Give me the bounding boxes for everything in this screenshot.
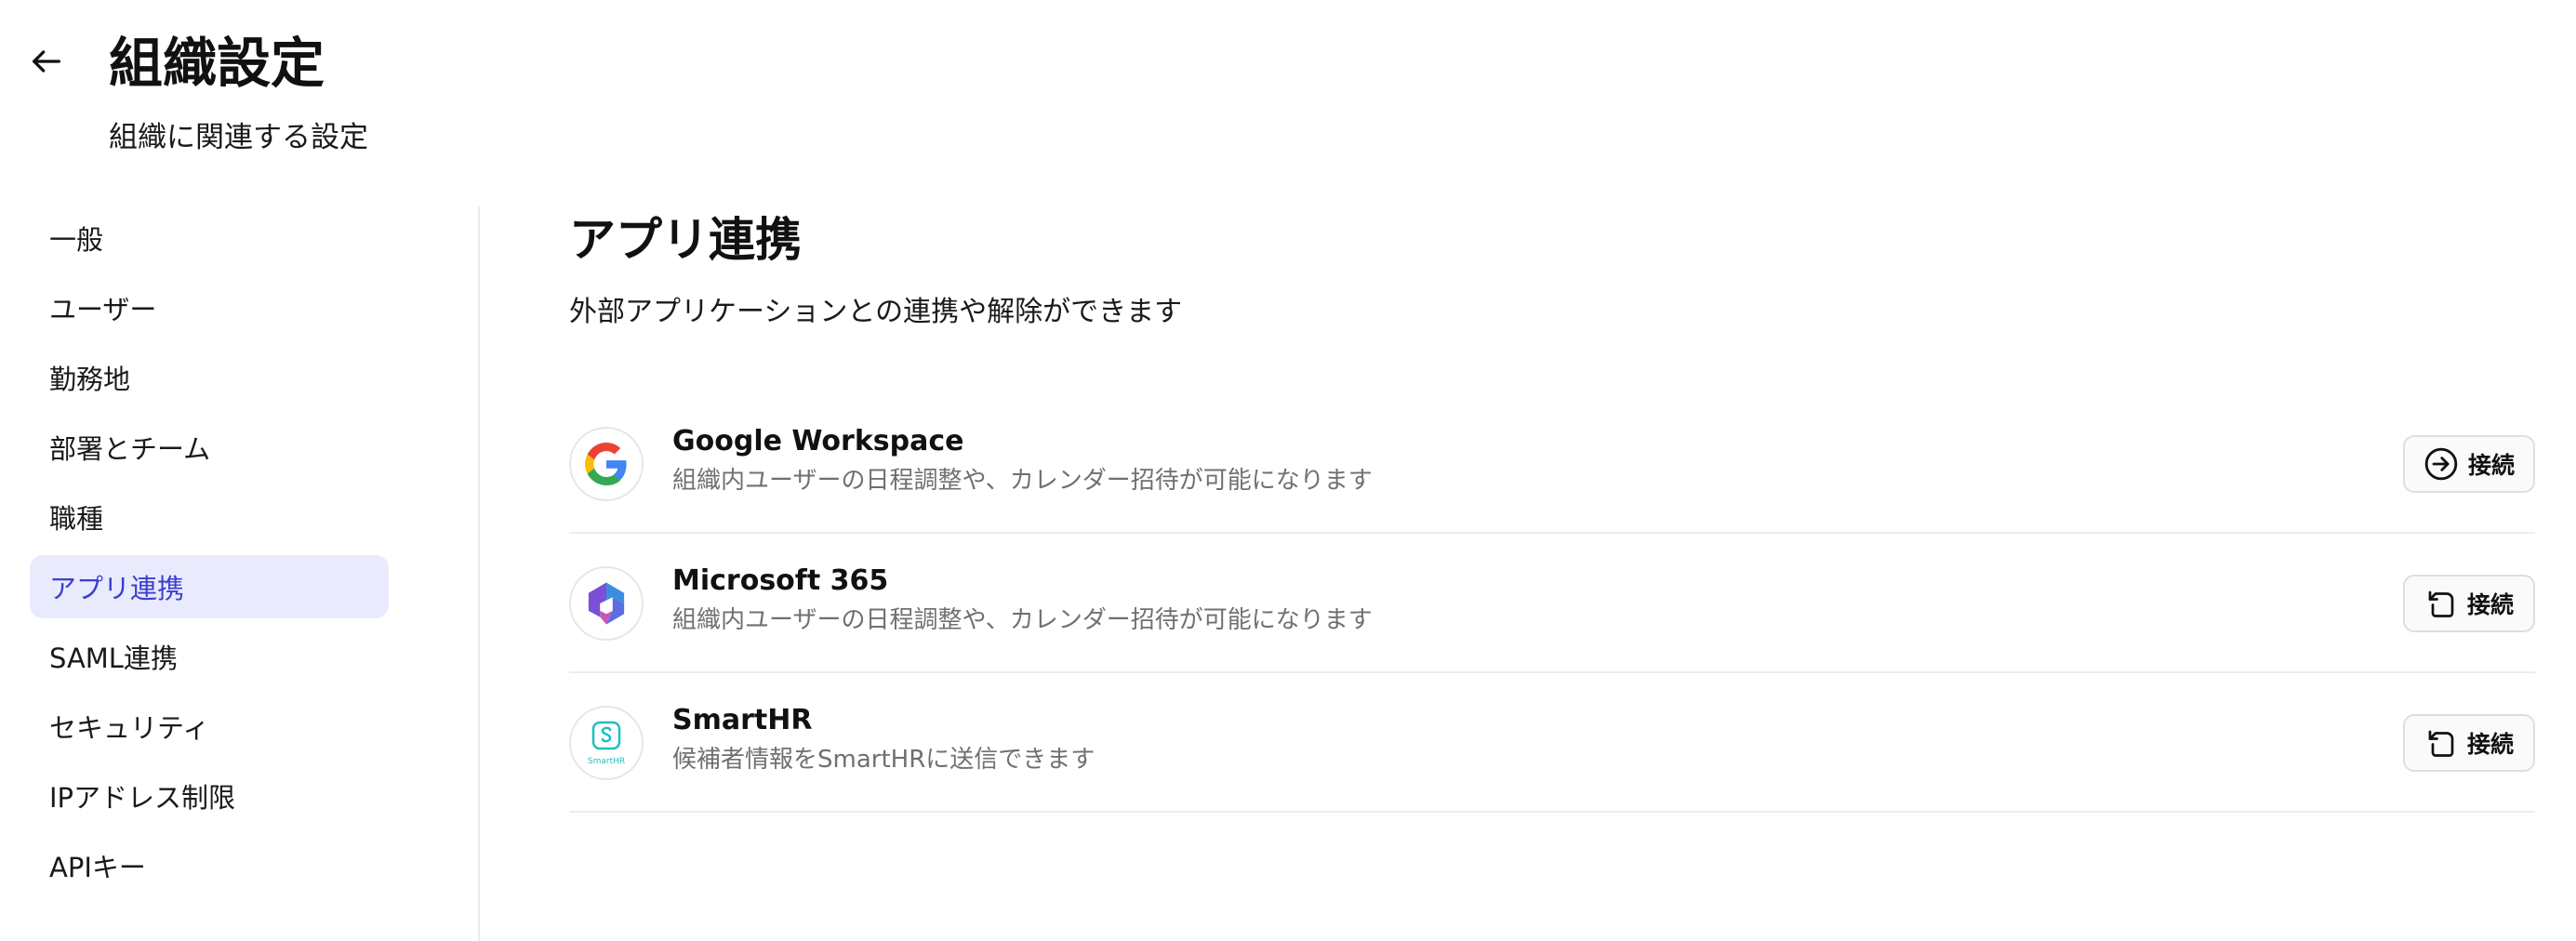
sign-in-icon <box>2424 447 2458 481</box>
sidebar-divider <box>478 206 480 941</box>
main-content: アプリ連携 外部アプリケーションとの連携や解除ができます Google Work… <box>569 206 2535 813</box>
smarthr-logo-icon: SmartHR <box>569 706 644 780</box>
sidebar-item-label: SAML連携 <box>49 643 178 674</box>
sidebar-item-label: アプリ連携 <box>49 573 185 604</box>
section-title: アプリ連携 <box>569 213 802 267</box>
section-description: 外部アプリケーションとの連携や解除ができます <box>569 296 1183 328</box>
app-description: 候補者情報をSmartHRに送信できます <box>672 746 1095 774</box>
sidebar-item-app-integrations[interactable]: アプリ連携 <box>30 555 389 618</box>
app-row-google-workspace: Google Workspace 組織内ユーザーの日程調整や、カレンダー招待が可… <box>569 394 2535 534</box>
sidebar-item-label: セキュリティ <box>49 712 210 744</box>
sidebar-item-security[interactable]: セキュリティ <box>30 695 389 758</box>
app-row-smarthr: SmartHR SmartHR 候補者情報をSmartHRに送信できます 接続 <box>569 673 2535 813</box>
google-logo-icon <box>569 427 644 501</box>
sidebar-item-saml[interactable]: SAML連携 <box>30 625 389 688</box>
sidebar-item-departments-teams[interactable]: 部署とチーム <box>30 416 389 479</box>
sidebar-item-general[interactable]: 一般 <box>30 206 389 270</box>
sidebar-item-locations[interactable]: 勤務地 <box>30 346 389 409</box>
sidebar-item-label: 部署とチーム <box>49 433 211 465</box>
svg-text:SmartHR: SmartHR <box>588 757 625 766</box>
sidebar-item-job-types[interactable]: 職種 <box>30 485 389 549</box>
sidebar-item-label: 一般 <box>49 224 104 256</box>
sidebar-item-users[interactable]: ユーザー <box>30 276 389 339</box>
arrow-left-icon <box>33 50 60 73</box>
app-description: 組織内ユーザーの日程調整や、カレンダー招待が可能になります <box>672 606 1373 634</box>
app-integration-list: Google Workspace 組織内ユーザーの日程調整や、カレンダー招待が可… <box>569 394 2535 813</box>
app-name: Microsoft 365 <box>672 564 889 597</box>
settings-sidebar: 一般 ユーザー 勤務地 部署とチーム 職種 アプリ連携 SAML連携 セキュリテ… <box>30 206 389 904</box>
back-button[interactable] <box>19 33 74 89</box>
sidebar-item-label: IPアドレス制限 <box>49 782 236 814</box>
sidebar-item-label: 勤務地 <box>49 364 131 395</box>
page-title: 組織設定 <box>109 32 325 95</box>
sidebar-item-label: ユーザー <box>49 294 157 325</box>
connect-button-microsoft-365[interactable]: 接続 <box>2403 575 2535 632</box>
connect-button-label: 接続 <box>2466 591 2514 618</box>
page-subtitle: 組織に関連する設定 <box>109 121 368 154</box>
connect-button-label: 接続 <box>2467 452 2515 479</box>
app-name: SmartHR <box>672 704 813 736</box>
page-header: 組織設定 組織に関連する設定 <box>0 0 2576 186</box>
app-description: 組織内ユーザーの日程調整や、カレンダー招待が可能になります <box>672 467 1373 495</box>
app-name: Google Workspace <box>672 425 964 457</box>
rotate-left-icon <box>2428 590 2454 617</box>
sidebar-item-label: 職種 <box>49 503 104 535</box>
app-row-microsoft-365: Microsoft 365 組織内ユーザーの日程調整や、カレンダー招待が可能にな… <box>569 534 2535 673</box>
sidebar-item-api-keys[interactable]: APIキー <box>30 834 389 897</box>
connect-button-smarthr[interactable]: 接続 <box>2403 714 2535 772</box>
rotate-left-icon <box>2428 730 2454 757</box>
sidebar-item-ip-restriction[interactable]: IPアドレス制限 <box>30 764 389 828</box>
connect-button-google-workspace[interactable]: 接続 <box>2403 435 2535 493</box>
microsoft-365-logo-icon <box>569 566 644 641</box>
sidebar-item-label: APIキー <box>49 852 146 883</box>
connect-button-label: 接続 <box>2466 731 2514 758</box>
